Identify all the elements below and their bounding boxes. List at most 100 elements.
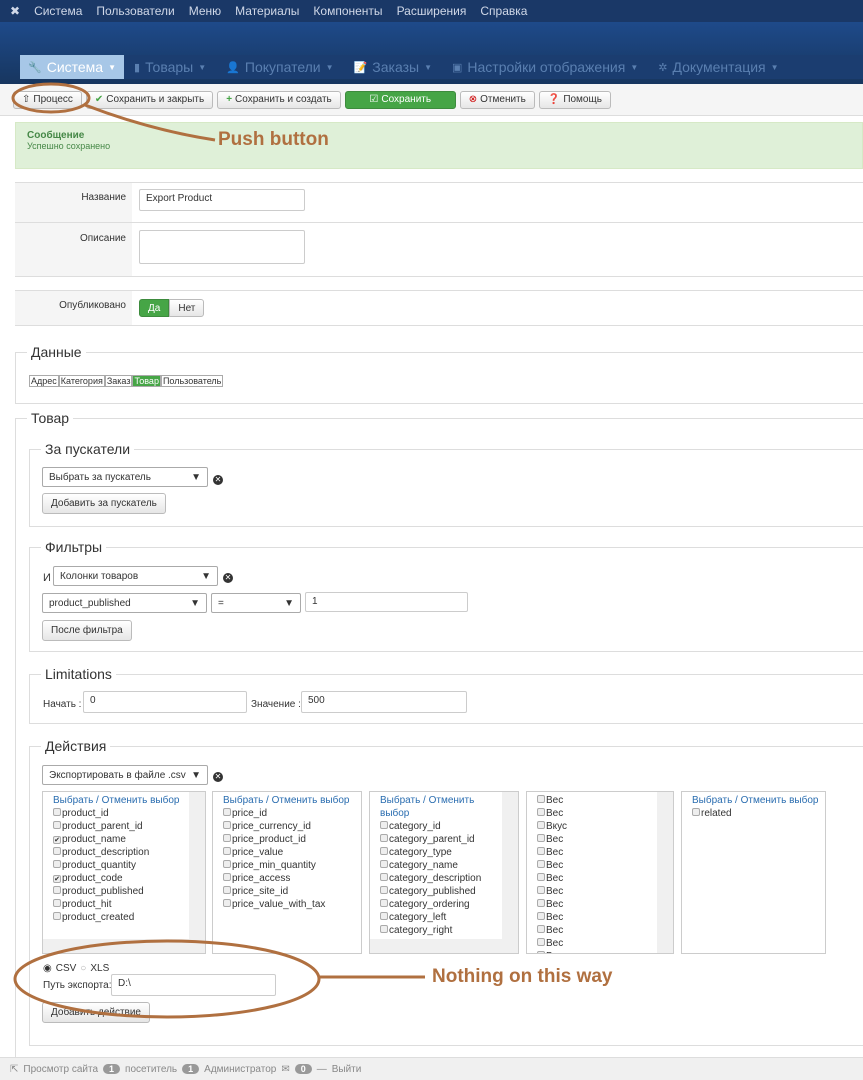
column-option[interactable]: product_published	[53, 885, 205, 898]
top-menu-item[interactable]: Меню	[189, 4, 221, 18]
checkbox[interactable]	[223, 873, 231, 881]
column-option[interactable]: price_access	[223, 872, 361, 885]
data-tab[interactable]: Товар	[132, 375, 161, 387]
checkbox[interactable]	[53, 912, 61, 920]
checkbox[interactable]	[223, 834, 231, 842]
column-option[interactable]: Вес	[537, 911, 673, 924]
checkbox[interactable]	[692, 808, 700, 816]
column-option[interactable]: Вес	[537, 898, 673, 911]
top-menu-item[interactable]: Пользователи	[96, 4, 174, 18]
checkbox[interactable]	[53, 860, 61, 868]
column-option[interactable]: Вес	[537, 950, 673, 953]
checkbox[interactable]	[223, 847, 231, 855]
column-option[interactable]: category_parent_id	[380, 833, 518, 846]
export-select[interactable]: Экспортировать в файле .csv ▼	[42, 765, 208, 785]
data-tab[interactable]: Пользователь	[160, 375, 224, 387]
column-option[interactable]: ✔ product_name	[53, 833, 205, 846]
column-list[interactable]: Выбрать / Отменить выбор related	[681, 791, 826, 954]
nav-item[interactable]: ▮ Товары ▼	[124, 59, 216, 75]
save-button[interactable]: ☑ Сохранить	[344, 90, 456, 109]
checkbox[interactable]	[223, 899, 231, 907]
checkbox[interactable]	[53, 847, 61, 855]
vertical-scrollbar[interactable]	[189, 792, 205, 953]
checkbox[interactable]	[537, 951, 545, 953]
column-option[interactable]: related	[692, 807, 825, 820]
filter-operator-select[interactable]: = ▼	[211, 593, 301, 613]
checkbox[interactable]	[380, 912, 388, 920]
nav-item[interactable]: 🔧 Система ▼	[20, 55, 125, 79]
data-tab[interactable]: Адрес	[29, 375, 59, 387]
column-option[interactable]: Вкус	[537, 820, 673, 833]
checkbox[interactable]	[53, 899, 61, 907]
column-option[interactable]: price_id	[223, 807, 361, 820]
column-option[interactable]: Вес	[537, 937, 673, 950]
help-button[interactable]: ❓ Помощь	[538, 90, 611, 109]
select-toggle-link[interactable]: Выбрать / Отменить выбор	[223, 794, 361, 807]
column-option[interactable]: Вес	[537, 872, 673, 885]
column-option[interactable]: price_min_quantity	[223, 859, 361, 872]
published-yes[interactable]: Да	[139, 299, 170, 317]
column-option[interactable]: price_currency_id	[223, 820, 361, 833]
column-option[interactable]: category_id	[380, 820, 518, 833]
checkbox[interactable]	[223, 821, 231, 829]
checkbox[interactable]	[537, 873, 545, 881]
checkbox[interactable]	[380, 860, 388, 868]
cancel-button[interactable]: ⊗ Отменить	[459, 90, 535, 109]
checkbox[interactable]	[223, 886, 231, 894]
checkbox[interactable]	[537, 847, 545, 855]
after-filter-button[interactable]: После фильтра	[42, 620, 132, 641]
view-site-link[interactable]: Просмотр сайта	[23, 1064, 98, 1075]
select-toggle-link[interactable]: Выбрать / Отменить выбор	[692, 794, 825, 807]
checkbox[interactable]	[53, 821, 61, 829]
column-option[interactable]: category_left	[380, 911, 518, 924]
checkbox[interactable]	[380, 847, 388, 855]
messages-badge[interactable]: 0	[294, 1064, 312, 1074]
column-option[interactable]: ✔ product_code	[53, 872, 205, 885]
column-list[interactable]: Выбрать / Отменить выбор price_id price_cu…	[212, 791, 362, 954]
data-tab[interactable]: Заказ	[104, 375, 133, 387]
checkbox[interactable]	[537, 886, 545, 894]
remove-icon[interactable]: ✕	[223, 573, 233, 583]
checkbox[interactable]	[380, 925, 388, 933]
data-tab[interactable]: Категория	[58, 375, 105, 387]
column-option[interactable]: category_ordering	[380, 898, 518, 911]
vertical-scrollbar[interactable]	[657, 792, 673, 953]
column-option[interactable]: Вес	[537, 833, 673, 846]
name-input[interactable]: Export Product	[139, 189, 305, 211]
checkbox[interactable]	[537, 938, 545, 946]
checkbox[interactable]	[537, 912, 545, 920]
column-option[interactable]: category_name	[380, 859, 518, 872]
column-list[interactable]: ВесВесВкусВесВесВесВесВесВесВесВесВесВес	[526, 791, 674, 954]
start-input[interactable]: 0	[83, 691, 247, 713]
trigger-select[interactable]: Выбрать за пускатель ▼	[42, 467, 208, 487]
checkbox[interactable]	[380, 821, 388, 829]
checkbox[interactable]	[380, 834, 388, 842]
column-option[interactable]: product_parent_id	[53, 820, 205, 833]
checkbox[interactable]	[537, 834, 545, 842]
column-option[interactable]: product_created	[53, 911, 205, 924]
column-option[interactable]: product_quantity	[53, 859, 205, 872]
checkbox[interactable]	[380, 873, 388, 881]
top-menu-item[interactable]: Справка	[480, 4, 527, 18]
column-option[interactable]: price_product_id	[223, 833, 361, 846]
checkbox[interactable]	[53, 886, 61, 894]
value-input[interactable]: 500	[301, 691, 467, 713]
nav-item[interactable]: ✲ Документация ▼	[648, 59, 788, 75]
column-option[interactable]: Вес	[537, 807, 673, 820]
checkbox[interactable]	[537, 860, 545, 868]
top-menu-item[interactable]: Система	[34, 4, 82, 18]
column-list[interactable]: Выбрать / Отменить выбор product_id produc…	[42, 791, 206, 954]
column-option[interactable]: category_description	[380, 872, 518, 885]
remove-icon[interactable]: ✕	[213, 772, 223, 782]
nav-item[interactable]: 👤 Покупатели ▼	[216, 59, 343, 75]
checkbox[interactable]	[223, 860, 231, 868]
vertical-scrollbar[interactable]	[502, 792, 518, 953]
description-textarea[interactable]	[139, 230, 305, 264]
top-menu-item[interactable]: Материалы	[235, 4, 299, 18]
add-trigger-button[interactable]: Добавить за пускатель	[42, 493, 166, 514]
select-toggle-link[interactable]: Выбрать / Отменить выбор	[53, 794, 205, 807]
select-toggle-link[interactable]: Выбрать / Отменить выбор	[380, 794, 518, 820]
column-list[interactable]: Выбрать / Отменить выбор category_id categ…	[369, 791, 519, 954]
remove-icon[interactable]: ✕	[213, 475, 223, 485]
checkbox[interactable]	[380, 886, 388, 894]
